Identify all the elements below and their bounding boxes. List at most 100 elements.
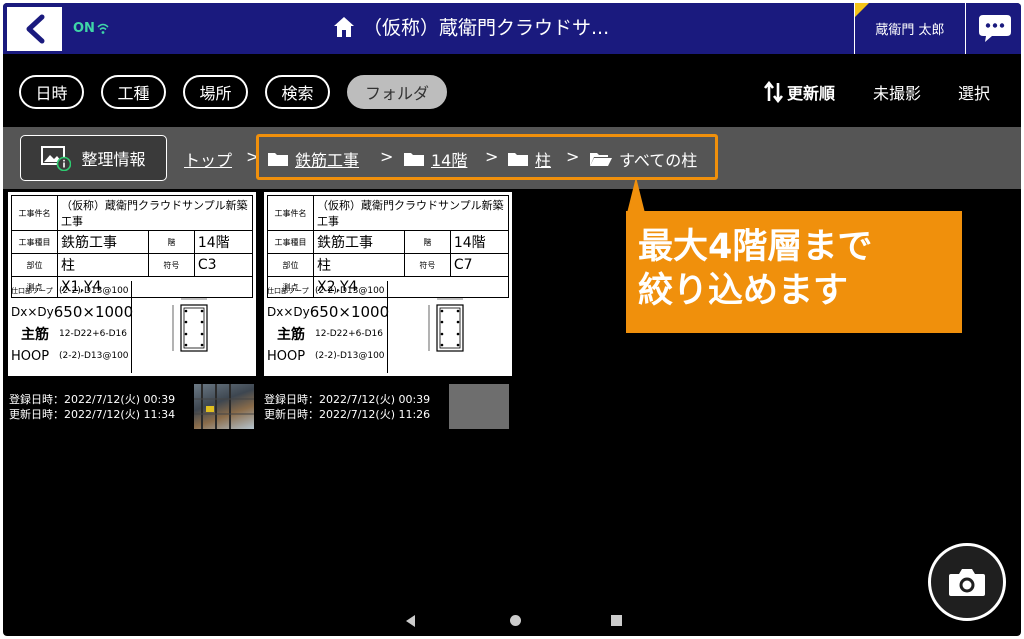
board-key: 部位 [11,253,58,277]
board-row: 主筋 12-D22+6-D16 [11,323,131,345]
user-name: 蔵衛門 太郎 [875,23,945,38]
board-main: 12-D22+6-D16 [315,329,383,339]
board-key: 工事種目 [267,230,314,254]
callout-note: 最大4階層まで 絞り込めます [626,211,962,333]
board-key: HOOP [11,348,50,364]
board-main: 12-D22+6-D16 [59,329,127,339]
breadcrumb-item-column[interactable]: 柱 [507,147,551,171]
board-part: 柱 [57,253,149,277]
board-size: 650×1000 [53,303,134,321]
board-floor: 14階 [449,230,510,254]
photo-card[interactable]: 工事件名 （仮称）蔵衛門クラウドサンプル新築工事 工事種目 鉄筋工事 階 14階… [8,192,256,376]
callout-line: 絞り込めます [638,271,849,311]
unshot-button[interactable]: 未撮影 [873,80,921,104]
title-text: （仮称）蔵衛門クラウドサ... [363,17,610,39]
photo-thumbnail[interactable] [194,384,254,429]
board-hoop2: (2-2)-D13@100 [315,351,385,361]
photo-meta: 登録日時：2022/7/12(火) 00:39 更新日時：2022/7/12(火… [264,392,430,422]
board-key: 部位 [267,253,314,277]
board-row: HOOP (2-2)-D13@100 [267,345,387,367]
board-row: 主筋 12-D22+6-D16 [267,323,387,345]
project-title[interactable]: （仮称）蔵衛門クラウドサ... [333,13,609,40]
filter-folder[interactable]: フォルダ [347,75,447,109]
breadcrumb-separator: > [380,147,394,166]
nav-home-icon[interactable] [510,615,521,626]
photo-card[interactable]: 工事件名 （仮称）蔵衛門クラウドサンプル新築工事 工事種目 鉄筋工事 階 14階… [264,192,512,376]
board-key: 階 [403,230,451,254]
sort-arrows-icon [763,81,784,103]
board-key: 仕口部フープ [267,287,309,295]
column-section-diagram [131,281,253,373]
image-info-icon [41,146,72,171]
breadcrumb-top[interactable]: トップ [184,147,232,171]
camera-icon [949,569,985,596]
board-key: Dx×Dy [267,305,310,319]
breadcrumb-item-rebar[interactable]: 鉄筋工事 [267,147,359,171]
folder-icon [508,153,528,166]
user-account[interactable]: 蔵衛門 太郎 [854,3,966,54]
back-button[interactable] [7,7,62,51]
chat-button[interactable] [978,13,1012,43]
filter-date[interactable]: 日時 [19,75,84,109]
board-project: （仮称）蔵衛門クラウドサンプル新築工事 [313,195,509,231]
breadcrumb-label: 柱 [535,151,552,170]
breadcrumb-bar: 整理情報 トップ > 鉄筋工事 > 14階 > 柱 > すべての柱 [3,127,1021,189]
board-part: 柱 [313,253,405,277]
board-specs: 仕口部フープ (2-2)-D13@100 Dx×Dy 650×1000 主筋 1… [267,281,390,373]
board-key: 主筋 [277,327,305,343]
chat-bubble-icon [979,15,1011,42]
wifi-icon [97,23,109,34]
home-icon [334,16,354,37]
select-button[interactable]: 選択 [958,80,990,104]
breadcrumb-item-all-columns: すべての柱 [589,147,697,171]
breadcrumb-label: 鉄筋工事 [295,151,360,170]
board-floor: 14階 [193,230,254,254]
callout-line: 最大4階層まで [638,227,873,267]
board-key: 階 [147,230,195,254]
board-key: 符号 [147,253,195,277]
board-specs: 仕口部フープ (2-2)-D13@100 Dx×Dy 650×1000 主筋 1… [11,281,134,373]
organize-info-label: 整理情報 [81,150,146,169]
photo-meta: 登録日時：2022/7/12(火) 00:39 更新日時：2022/7/12(火… [9,392,175,422]
board-row: Dx×Dy 650×1000 [11,301,134,323]
board-hoop: (2-2)-D13@100 [59,286,129,296]
board-code: C3 [193,253,254,277]
board-type: 鉄筋工事 [313,230,405,254]
board-row: 仕口部フープ (2-2)-D13@100 [267,281,387,301]
board-key: 工事種目 [11,230,58,254]
filter-search[interactable]: 検索 [265,75,330,109]
board-hoop2: (2-2)-D13@100 [59,351,129,361]
filter-location[interactable]: 場所 [183,75,248,109]
board-key: 工事件名 [267,195,314,231]
breadcrumb-separator: > [566,147,580,166]
online-label: ON [73,21,95,36]
updated-date: 更新日時：2022/7/12(火) 11:26 [264,408,431,421]
photo-thumbnail-placeholder[interactable] [449,384,509,429]
blackboard-lower: 仕口部フープ (2-2)-D13@100 Dx×Dy 650×1000 主筋 1… [267,281,509,373]
board-size: 650×1000 [309,303,390,321]
board-project: （仮称）蔵衛門クラウドサンプル新築工事 [57,195,253,231]
updated-date: 更新日時：2022/7/12(火) 11:34 [9,408,176,421]
sort-button[interactable]: 更新順 [763,80,835,104]
nav-back-icon[interactable] [406,615,415,627]
camera-button[interactable] [928,543,1006,621]
filter-work-type[interactable]: 工種 [101,75,166,109]
folder-icon [404,153,424,166]
board-key: 仕口部フープ [11,287,53,295]
registered-date: 登録日時：2022/7/12(火) 00:39 [264,393,431,406]
board-code: C7 [449,253,510,277]
breadcrumb-label: 14階 [431,151,468,170]
nav-recent-icon[interactable] [611,615,622,626]
board-key: 符号 [403,253,451,277]
filter-bar: 日時 工種 場所 検索 フォルダ [19,75,447,109]
chevron-left-icon [26,14,44,44]
board-key: 工事件名 [11,195,58,231]
breadcrumb-item-floor[interactable]: 14階 [403,147,467,171]
user-flag [855,3,869,17]
header-bar: ON （仮称）蔵衛門クラウドサ... 蔵衛門 太郎 [3,3,1021,54]
organize-info-button[interactable]: 整理情報 [20,135,167,181]
sort-label: 更新順 [787,84,836,103]
board-row: 仕口部フープ (2-2)-D13@100 [11,281,131,301]
board-type: 鉄筋工事 [57,230,149,254]
app-screen: ON （仮称）蔵衛門クラウドサ... 蔵衛門 太郎 日時 工種 場所 検索 フォ… [3,3,1021,636]
